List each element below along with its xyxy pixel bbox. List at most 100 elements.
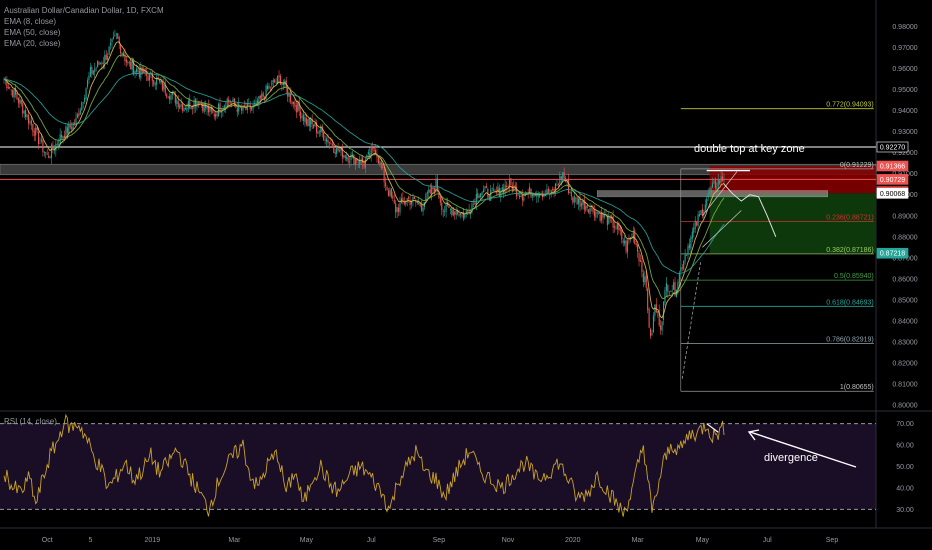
- price-tag-label: 0.92270: [880, 144, 905, 151]
- candle-body: [593, 210, 595, 217]
- price-tick: 0.95000: [892, 87, 917, 94]
- candle-body: [52, 145, 54, 150]
- candle-body: [38, 131, 40, 145]
- rsi-tick: 60.00: [896, 443, 914, 450]
- candle-body: [383, 169, 385, 182]
- candle-body: [693, 227, 695, 233]
- candle-body: [452, 209, 454, 216]
- candle-body: [455, 211, 457, 216]
- candle-body: [45, 152, 47, 154]
- candle-body: [297, 102, 299, 112]
- candle-body: [7, 86, 9, 89]
- candle-body: [393, 200, 395, 204]
- ema-50-label[interactable]: EMA (50, close): [4, 27, 164, 38]
- candle-body: [163, 83, 165, 90]
- candle-body: [349, 161, 351, 163]
- candle-body: [55, 143, 57, 151]
- price-tag-label: 0.90729: [880, 177, 905, 184]
- price-tick: 0.98000: [892, 24, 917, 31]
- candle-body: [84, 97, 86, 102]
- candle-body: [359, 161, 361, 165]
- candle-body: [323, 132, 325, 141]
- candle-body: [25, 110, 27, 118]
- candle-body: [19, 99, 21, 104]
- candle-body: [552, 189, 554, 190]
- candle-body: [599, 214, 601, 221]
- candle-body: [343, 154, 345, 158]
- candle-body: [62, 136, 64, 139]
- candle-body: [10, 89, 12, 91]
- candle-body: [667, 284, 669, 293]
- candle-body: [22, 102, 24, 114]
- candle-body: [390, 188, 392, 198]
- candle-body: [690, 237, 692, 249]
- candle-body: [121, 52, 123, 55]
- candle-body: [681, 267, 683, 269]
- candle-body: [642, 273, 644, 282]
- candle-body: [396, 207, 398, 213]
- candle-body: [48, 155, 50, 158]
- candle-body: [367, 152, 369, 155]
- candle-body: [154, 83, 156, 86]
- candle-body: [354, 158, 356, 165]
- candle-body: [82, 102, 84, 103]
- candle-body: [94, 68, 96, 72]
- candle-body: [238, 103, 240, 112]
- candle-body: [439, 196, 441, 203]
- candle-body: [97, 61, 99, 68]
- price-tick: 0.81000: [892, 381, 917, 388]
- candle-body: [449, 208, 451, 210]
- candle-body: [716, 187, 718, 189]
- candle-body: [720, 176, 722, 183]
- time-tick: Sep: [826, 537, 839, 544]
- candle-body: [130, 61, 132, 70]
- candle-body: [650, 328, 652, 337]
- candle-body: [147, 75, 149, 81]
- candle-body: [418, 202, 420, 205]
- candle-body: [56, 144, 58, 146]
- chart-legend: Australian Dollar/Canadian Dollar, 1D, F…: [4, 5, 164, 49]
- price-tag-label: 0.90068: [880, 191, 905, 198]
- candle-body: [688, 244, 690, 248]
- fib-label: 0.382(0.87186): [826, 247, 873, 254]
- price-tick: 0.85000: [892, 297, 917, 304]
- candle-body: [262, 92, 264, 97]
- candle-body: [603, 215, 606, 217]
- candle-body: [49, 156, 51, 158]
- candle-body: [619, 228, 621, 231]
- time-tick: Mar: [228, 537, 241, 544]
- symbol-title[interactable]: Australian Dollar/Canadian Dollar, 1D, F…: [4, 5, 164, 16]
- candle-body: [357, 162, 359, 164]
- time-tick: May: [696, 537, 710, 544]
- candle-body: [389, 189, 391, 196]
- candle-body: [104, 54, 106, 64]
- candle-body: [482, 189, 485, 192]
- rsi-legend[interactable]: RSI (14, close): [4, 417, 57, 426]
- candle-body: [416, 202, 418, 204]
- ema-8-label[interactable]: EMA (8, close): [4, 16, 164, 27]
- candle-body: [491, 188, 493, 189]
- candle-body: [448, 205, 450, 209]
- candle-body: [421, 205, 423, 211]
- candle-body: [186, 107, 188, 111]
- candle-body: [451, 208, 453, 216]
- candle-body: [53, 149, 55, 151]
- chart-canvas[interactable]: 0(0.91229) 0.236(0.88721) 0.382(0.87186) 0.…: [0, 0, 932, 550]
- price-tick: 0.84000: [892, 318, 917, 325]
- candle-body: [86, 80, 89, 88]
- candle-body: [26, 114, 28, 117]
- candle-body: [351, 153, 354, 155]
- candle-body: [435, 179, 437, 191]
- candle-body: [274, 79, 276, 83]
- time-tick: Mar: [632, 537, 645, 544]
- candle-body: [661, 321, 663, 331]
- candle-body: [102, 62, 104, 64]
- candle-body: [275, 82, 277, 84]
- candle-body: [562, 172, 564, 181]
- ema-20-label[interactable]: EMA (20, close): [4, 38, 164, 49]
- candle-body: [441, 202, 443, 211]
- price-tick: 0.86000: [892, 276, 917, 283]
- candle-body: [621, 229, 623, 240]
- candle-body: [660, 325, 662, 330]
- candle-body: [27, 114, 30, 124]
